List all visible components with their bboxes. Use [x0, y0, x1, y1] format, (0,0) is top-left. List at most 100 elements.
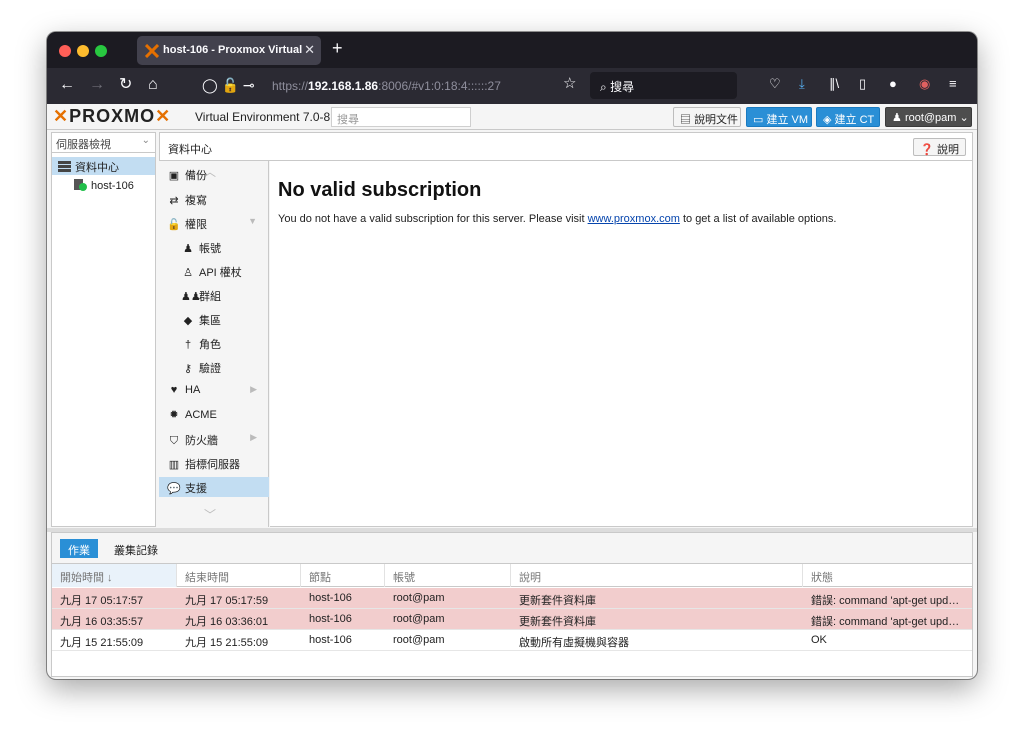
- proxmox-link[interactable]: www.proxmox.com: [588, 213, 680, 225]
- sidebar-icon[interactable]: ▯: [859, 76, 866, 92]
- browser-toolbar: ← → ↻ ⌂ ◯ 🔓 ⊸ https://192.168.1.86:8006/…: [47, 68, 977, 104]
- pocket-icon[interactable]: ♡: [769, 76, 781, 92]
- column-header-end[interactable]: 結束時間: [177, 564, 301, 587]
- tab-tasks[interactable]: 作業: [60, 539, 98, 558]
- close-window-button[interactable]: [59, 45, 71, 57]
- pve-header: ✕PROXMO✕ Virtual Environment 7.0-8 搜尋 ▤ …: [47, 104, 977, 130]
- menu-item-acme[interactable]: ✹ ACME: [159, 405, 269, 425]
- tab-cluster-log[interactable]: 叢集記錄: [106, 539, 166, 558]
- proxmox-logo: ✕PROXMO✕: [53, 106, 172, 126]
- home-icon[interactable]: ⌂: [148, 76, 158, 94]
- browser-tab[interactable]: host-106 - Proxmox Virtual Envi ✕: [137, 36, 321, 65]
- library-icon[interactable]: ∥\: [829, 76, 839, 92]
- tags-icon: ◆: [183, 315, 193, 327]
- menu-item-backup[interactable]: ▣ 備份: [159, 167, 269, 181]
- book-icon: ▤: [680, 114, 691, 126]
- menu-item-groups[interactable]: ♟♟群組: [159, 285, 269, 305]
- support-panel: No valid subscription You do not have a …: [270, 161, 973, 527]
- chevron-down-icon: ⌄: [959, 112, 969, 124]
- zoom-window-button[interactable]: [95, 45, 107, 57]
- back-icon[interactable]: ←: [59, 76, 75, 94]
- replication-icon: ⇄: [169, 195, 179, 207]
- bar-chart-icon: ▥: [168, 459, 180, 471]
- breadcrumb: 資料中心 ❓ 說明: [159, 132, 973, 161]
- browser-search-box[interactable]: ⌕ 搜尋: [590, 72, 737, 99]
- menu-item-api-tokens[interactable]: ♙ API 權杖: [159, 261, 269, 281]
- datacenter-menu: ︿ ▣ 備份 ⇄ 複寫 🔓 權限 ▼ ♟ 帳號 ♙ API 權杖 ♟♟群組 ◆ 集區 † 角色 …: [159, 161, 269, 527]
- heartbeat-icon: ♥: [170, 384, 178, 396]
- page-title: No valid subscription: [278, 179, 482, 201]
- shield-lock-key-icon: ◯ 🔓 ⊸: [202, 77, 255, 93]
- certificate-icon: ✹: [169, 409, 179, 421]
- breadcrumb-text: 資料中心: [168, 144, 212, 156]
- floppy-icon: ▣: [168, 170, 180, 181]
- server-rack-icon: [58, 161, 71, 172]
- menu-item-pools[interactable]: ◆ 集區: [159, 309, 269, 329]
- table-row[interactable]: 九月 17 05:17:57 九月 17 05:17:59 host-106 r…: [52, 588, 972, 609]
- column-header-status[interactable]: 狀態: [803, 564, 972, 587]
- menu-item-support[interactable]: 💬 支援: [159, 477, 269, 497]
- user-outline-icon: ♙: [183, 267, 193, 279]
- menu-item-realms[interactable]: ⚷ 驗證: [159, 357, 269, 377]
- forward-icon[interactable]: →: [89, 76, 105, 94]
- column-header-start[interactable]: 開始時間 ↓: [52, 564, 177, 587]
- tab-strip: host-106 - Proxmox Virtual Envi ✕ +: [47, 32, 977, 68]
- documentation-button[interactable]: ▤ 說明文件: [673, 107, 741, 127]
- account-icon[interactable]: ●: [889, 76, 897, 91]
- menu-icon[interactable]: ≡: [949, 76, 957, 91]
- column-header-user[interactable]: 帳號: [385, 564, 511, 587]
- url-text[interactable]: https://192.168.1.86:8006/#v1:0:18:4::::…: [272, 79, 501, 93]
- browser-window: host-106 - Proxmox Virtual Envi ✕ + ← → …: [47, 32, 977, 679]
- reload-icon[interactable]: ↻: [119, 76, 132, 94]
- tree-item-host[interactable]: host-106: [52, 177, 155, 195]
- tree-item-datacenter[interactable]: 資料中心: [52, 157, 155, 175]
- shield-icon: ⛉: [169, 435, 179, 447]
- download-icon[interactable]: ⤓: [799, 76, 805, 92]
- tab-close-icon[interactable]: ✕: [304, 42, 315, 58]
- subscription-message: You do not have a valid subscription for…: [278, 213, 837, 225]
- menu-item-ha[interactable]: ♥ HA ▶: [159, 381, 269, 401]
- minimize-window-button[interactable]: [77, 45, 89, 57]
- url-bar[interactable]: ◯ 🔓 ⊸ https://192.168.1.86:8006/#v1:0:18…: [192, 73, 582, 99]
- log-tabs: 作業 叢集記錄: [52, 533, 972, 563]
- question-circle-icon: ❓: [920, 144, 934, 156]
- tab-title: host-106 - Proxmox Virtual Envi: [163, 44, 303, 56]
- menu-item-roles[interactable]: † 角色: [159, 333, 269, 353]
- pve-version: Virtual Environment 7.0-8: [195, 110, 331, 124]
- menu-item-replication[interactable]: ⇄ 複寫: [159, 189, 269, 209]
- table-row[interactable]: 九月 15 21:55:09 九月 15 21:55:09 host-106 r…: [52, 630, 972, 651]
- user-menu-button[interactable]: ♟ root@pam ⌄: [885, 107, 972, 127]
- menu-item-users[interactable]: ♟ 帳號: [159, 237, 269, 257]
- scroll-down-icon[interactable]: ﹀: [204, 506, 216, 523]
- menu-item-metric-server[interactable]: ▥ 指標伺服器: [159, 453, 269, 473]
- create-ct-button[interactable]: ◈ 建立 CT: [816, 107, 880, 127]
- user-icon: ♟: [183, 243, 193, 255]
- log-panel: 作業 叢集記錄 開始時間 ↓ 結束時間 節點 帳號 說明 狀態 九月 17 05…: [51, 532, 973, 677]
- proxmox-favicon-icon: [145, 44, 159, 58]
- chevron-down-icon: ▼: [248, 216, 257, 226]
- resource-tree: 伺服器檢視 ⌄ 資料中心 host-106: [51, 132, 156, 527]
- chevron-right-icon: ▶: [250, 432, 257, 442]
- host-online-icon: [74, 179, 87, 191]
- create-vm-button[interactable]: ▭ 建立 VM: [746, 107, 812, 127]
- bookmark-star-icon[interactable]: ☆: [563, 74, 576, 92]
- comments-icon: 💬: [167, 483, 181, 495]
- pve-content: 伺服器檢視 ⌄ 資料中心 host-106 資料中心 ❓ 說明 ︿ ▣ 備份 ⇄ 複寫…: [47, 130, 977, 679]
- users-icon: ♟♟: [181, 291, 201, 303]
- pve-search-input[interactable]: 搜尋: [331, 107, 471, 127]
- chevron-right-icon: ▶: [250, 384, 257, 394]
- new-tab-button[interactable]: +: [332, 38, 343, 59]
- monitor-icon: ▭: [753, 114, 764, 126]
- column-header-description[interactable]: 說明: [511, 564, 803, 587]
- help-button[interactable]: ❓ 說明: [913, 138, 966, 156]
- table-row[interactable]: 九月 16 03:35:57 九月 16 03:36:01 host-106 r…: [52, 609, 972, 630]
- menu-item-permissions[interactable]: 🔓 權限 ▼: [159, 213, 269, 233]
- user-icon: ♟: [892, 112, 902, 124]
- view-selector[interactable]: 伺服器檢視 ⌄: [52, 133, 155, 153]
- cube-icon: ◈: [823, 114, 832, 126]
- extension-icon[interactable]: ◉: [919, 76, 930, 92]
- menu-item-firewall[interactable]: ⛉ 防火牆 ▶: [159, 429, 269, 449]
- column-header-node[interactable]: 節點: [301, 564, 385, 587]
- table-header: 開始時間 ↓ 結束時間 節點 帳號 說明 狀態: [52, 563, 972, 587]
- chevron-down-icon: ⌄: [141, 135, 150, 146]
